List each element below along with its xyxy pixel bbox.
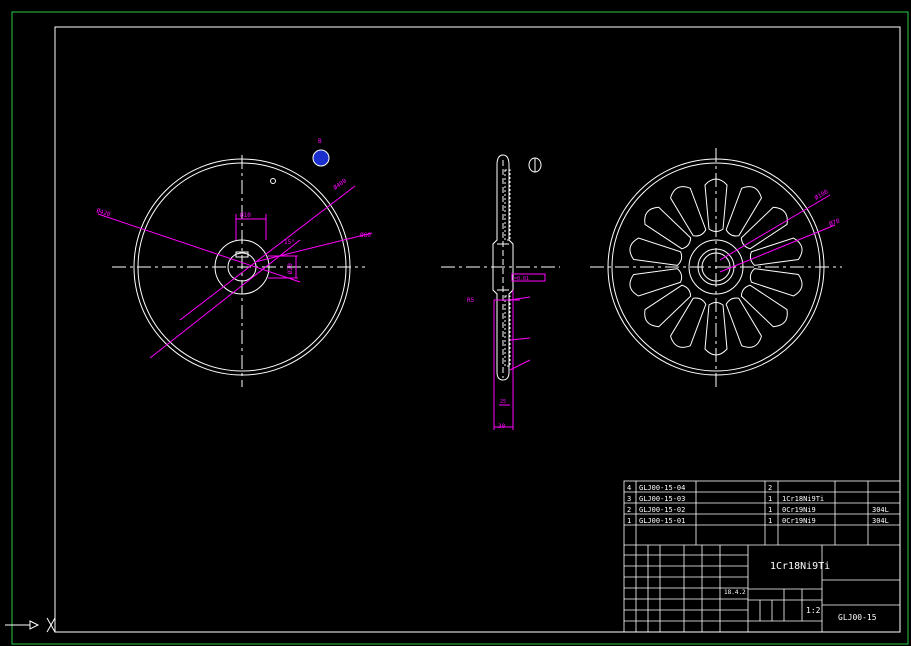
rear-view: Ø100 Ø70 [590,148,842,388]
sheet-inner-frame [54,26,901,633]
part-no: 2 [627,506,631,514]
date: 18.4.2 [724,589,746,596]
title-block [623,480,901,633]
slot [740,284,788,328]
cad-drawing: Ø420 Ø400 Ø60 Ø10 Ø20 15° B R5 30 25 =0.… [5,11,909,645]
slot [644,206,692,250]
slot [644,284,692,328]
part-code: GLJ00-15-01 [639,517,685,525]
slot [749,237,803,266]
slot [725,186,763,237]
dim-outer-diameter: Ø420 [95,207,111,218]
part-qty: 1 [768,517,772,525]
dim-hub-diameter: Ø60 [360,232,371,239]
part-no: 3 [627,495,631,503]
part-qty: 1 [768,495,772,503]
dim-mid-diameter: Ø400 [332,177,348,191]
dim-thickness: 25 [500,399,506,405]
drawing-number: GLJ00-15 [838,613,877,622]
material-main: 1Cr18Ni9Ti [770,561,830,572]
part-note: 304L [872,506,889,514]
slot [629,237,683,266]
marker-label: B [318,138,322,145]
slot [669,186,707,237]
part-material: 1Cr18Ni9Ti [782,495,824,503]
dim-angle: 15° [284,239,295,246]
dim-hole: Ø20 [287,263,294,274]
side-view: R5 30 25 =0.01 [441,154,560,430]
part-material: 0Cr19Ni9 [782,517,816,525]
part-no: 4 [627,484,631,492]
part-code: GLJ00-15-04 [639,484,685,492]
part-code: GLJ00-15-03 [639,495,685,503]
slot [669,297,707,348]
dim-length: 30 [498,423,506,430]
part-note: 304L [872,517,889,525]
part-qty: 2 [768,484,772,492]
dim-small-diameter: Ø10 [240,212,251,219]
scale: 1:2 [806,606,821,615]
part-code: GLJ00-15-02 [639,506,685,514]
small-hole [270,178,276,184]
parts-list: 4 GLJ00-15-04 2 3 GLJ00-15-03 1 1Cr18Ni9Ti 2 GLJ… [627,484,889,525]
slot [749,268,803,297]
dim-tolerance: =0.01 [514,276,529,282]
slot [725,297,763,348]
front-view: Ø420 Ø400 Ø60 Ø10 Ø20 15° [95,155,373,387]
part-qty: 1 [768,506,772,514]
dim-rear-outer: Ø70 [828,217,841,227]
part-material: 0Cr19Ni9 [782,506,816,514]
marker-dot [312,149,330,167]
part-no: 1 [627,517,631,525]
dim-radius: R5 [467,297,475,304]
sheet-outer-border [11,11,909,645]
slot [629,268,683,297]
